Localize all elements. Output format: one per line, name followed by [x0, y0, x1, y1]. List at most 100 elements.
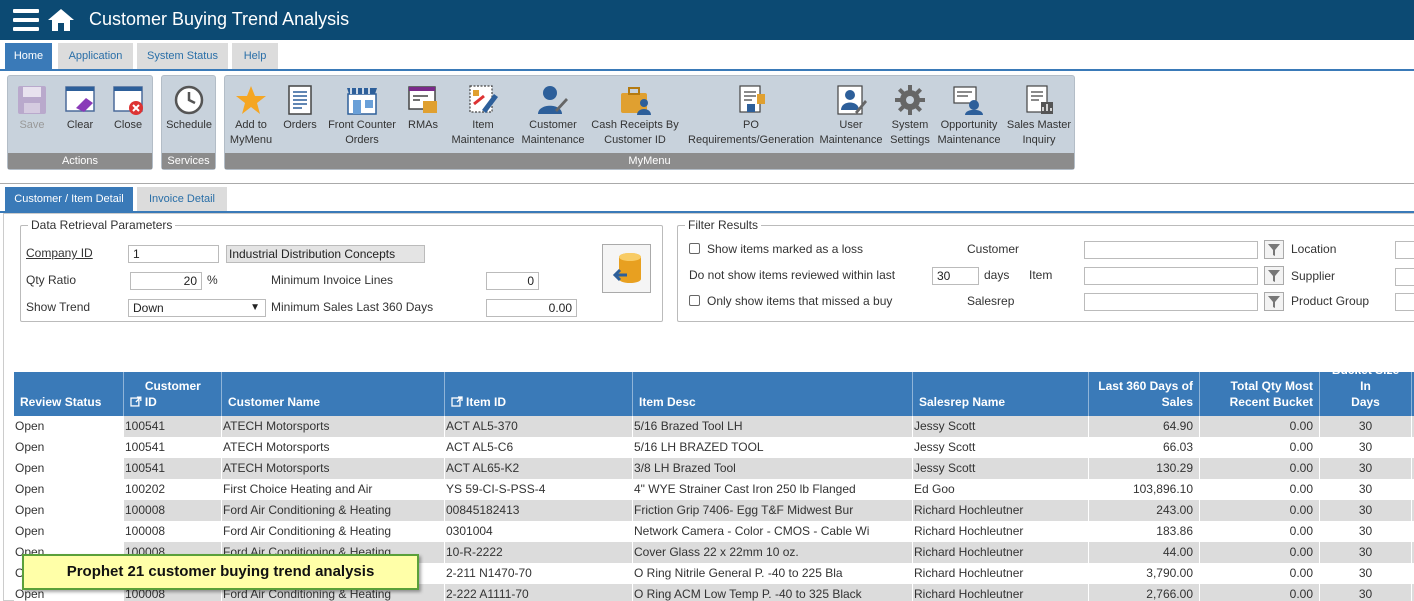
mymenu-group: Add to MyMenu Orders Front Counter Order… [224, 75, 1075, 170]
home-icon[interactable] [47, 8, 75, 35]
col-item-id[interactable]: Item ID [445, 372, 633, 416]
tab-customer-item-detail[interactable]: Customer / Item Detail [5, 187, 133, 211]
review-status-cell: Open [14, 416, 124, 437]
col-salesrep-name[interactable]: Salesrep Name [913, 372, 1089, 416]
filter-funnel-icon [1268, 270, 1280, 282]
col-last360-label-2: Sales [1161, 395, 1193, 409]
item-desc-cell: Cover Glass 22 x 22mm 10 oz. [633, 542, 913, 563]
product-group-filter-input[interactable] [1395, 293, 1414, 311]
col-review-status[interactable]: Review Status [14, 372, 124, 416]
bucket-size-cell: 30 [1320, 437, 1412, 458]
col-last360-label-1: Last 360 Days of [1098, 379, 1193, 393]
sales-master-inquiry-button[interactable]: Sales Master Inquiry [1005, 84, 1073, 148]
min-sales-input[interactable]: 0.00 [486, 299, 577, 317]
loss-checkbox[interactable] [689, 243, 700, 254]
salesrep-filter-input[interactable] [1084, 293, 1258, 311]
company-id-input[interactable]: 1 [128, 245, 219, 263]
show-trend-select[interactable]: Down ▼ [128, 299, 266, 317]
customer-filter-button[interactable] [1264, 240, 1284, 259]
salesrep-name-cell: Jessy Scott [913, 437, 1089, 458]
services-group: Schedule Services [161, 75, 216, 170]
tab-system-status[interactable]: System Status [137, 43, 228, 69]
tab-home[interactable]: Home [5, 43, 52, 69]
table-row[interactable]: Open 100541 ATECH Motorsports ACT AL5-C6 5/1… [14, 437, 1414, 458]
reviewed-days-input[interactable]: 30 [932, 267, 979, 285]
supplier-filter-input[interactable] [1395, 268, 1414, 286]
salesrep-filter-label: Salesrep [967, 294, 1015, 308]
user-maintenance-button[interactable]: User Maintenance [819, 84, 883, 148]
col-total-qty-recent-bucket[interactable]: Total Qty Most Recent Bucket [1200, 372, 1320, 416]
item-maintenance-button[interactable]: Item Maintenance [447, 84, 519, 148]
opportunity-maintenance-button[interactable]: Opportunity Maintenance [935, 84, 1003, 148]
retrieve-data-button[interactable] [602, 244, 651, 293]
customer-filter-input[interactable] [1084, 241, 1258, 259]
table-row[interactable]: Open 100202 First Choice Heating and Air YS… [14, 479, 1414, 500]
customer-id-cell: 100541 [124, 458, 222, 479]
item-filter-input[interactable] [1084, 267, 1258, 285]
salesrep-name-cell: Richard Hochleutner [913, 542, 1089, 563]
save-label: Save [19, 119, 45, 131]
col-review-status-label: Review Status [20, 395, 102, 409]
po-label-2: Requirements/Generation [688, 134, 814, 146]
col-bucket-size-days[interactable]: Bucket Size In Days [1320, 372, 1412, 416]
storefront-icon [347, 88, 377, 115]
customer-name-cell: Ford Air Conditioning & Heating [222, 521, 445, 542]
grid-header: Review Status Customer ID Customer Name … [14, 372, 1414, 416]
tab-application[interactable]: Application [58, 43, 133, 69]
customer-name-cell: First Choice Heating and Air [222, 479, 445, 500]
cash-receipts-button[interactable]: Cash Receipts By Customer ID [589, 84, 681, 148]
customer-name-cell: ATECH Motorsports [222, 416, 445, 437]
location-filter-input[interactable] [1395, 241, 1414, 259]
tab-help[interactable]: Help [232, 43, 278, 69]
hamburger-menu-icon[interactable] [13, 9, 39, 31]
add-to-mymenu-button[interactable]: Add to MyMenu [227, 84, 275, 148]
filter-funnel-icon [1268, 244, 1280, 256]
rma-box-icon [408, 86, 437, 113]
customer-id-cell: 100541 [124, 437, 222, 458]
close-window-icon [113, 86, 143, 115]
loss-label: Show items marked as a loss [707, 242, 864, 256]
table-row[interactable]: Open100008Ford Air Conditioning & Heatin… [14, 500, 1414, 521]
close-button[interactable]: Close [108, 84, 148, 133]
min-invoice-lines-input[interactable]: 0 [486, 272, 539, 290]
po-requirements-button[interactable]: PO Requirements/Generation [685, 84, 817, 148]
missed-buy-checkbox[interactable] [689, 295, 700, 306]
bucket-size-cell: 30 [1320, 500, 1412, 521]
front-counter-label-2: Orders [345, 134, 379, 146]
purchase-order-icon [739, 85, 765, 113]
tab-invoice-detail[interactable]: Invoice Detail [137, 187, 227, 211]
col-last-360-days-sales[interactable]: Last 360 Days of Sales [1089, 372, 1200, 416]
front-counter-orders-button[interactable]: Front Counter Orders [325, 84, 399, 148]
ribbon-toolbar: Save Clear Close Actions Schedule Servic… [0, 71, 1414, 184]
save-button[interactable]: Save [12, 84, 52, 133]
item-filter-button[interactable] [1264, 266, 1284, 285]
col-customer-id-label: Customer ID [144, 379, 201, 409]
sales-master-label-2: Inquiry [1022, 134, 1056, 146]
title-bar: Customer Buying Trend Analysis [0, 0, 1414, 40]
orders-button[interactable]: Orders [279, 84, 321, 133]
table-row[interactable]: Open 100541 ATECH Motorsports ACT AL65-K2 3/… [14, 458, 1414, 479]
table-row[interactable]: Open100008Ford Air Conditioning & Heatin… [14, 521, 1414, 542]
customer-name-cell: ATECH Motorsports [222, 437, 445, 458]
col-customer-name[interactable]: Customer Name [222, 372, 445, 416]
qty-ratio-input[interactable]: 20 [130, 272, 202, 290]
company-id-link[interactable]: Company ID [26, 246, 93, 260]
schedule-button[interactable]: Schedule [164, 84, 214, 133]
customer-maintenance-button[interactable]: Customer Maintenance [519, 84, 587, 148]
salesrep-filter-button[interactable] [1264, 292, 1284, 311]
col-item-desc[interactable]: Item Desc [633, 372, 913, 416]
system-settings-button[interactable]: System Settings [885, 84, 935, 148]
table-row[interactable]: Open 100541 ATECH Motorsports ACT AL5-370 5/… [14, 416, 1414, 437]
clear-button[interactable]: Clear [60, 84, 100, 133]
rmas-button[interactable]: RMAs [403, 84, 443, 133]
last-360-sales-cell: 2,766.00 [1089, 584, 1200, 601]
salesrep-name-cell: Richard Hochleutner [913, 563, 1089, 584]
col-customer-id[interactable]: Customer ID [124, 372, 222, 416]
app-title: Customer Buying Trend Analysis [89, 9, 350, 29]
cash-receipts-label-1: Cash Receipts By [591, 119, 679, 131]
filter-legend: Filter Results [688, 218, 759, 232]
product-group-filter-label: Product Group [1291, 294, 1370, 308]
missed-buy-label: Only show items that missed a buy [707, 294, 893, 308]
show-trend-label: Show Trend [26, 300, 91, 314]
last-360-sales-cell: 44.00 [1089, 542, 1200, 563]
